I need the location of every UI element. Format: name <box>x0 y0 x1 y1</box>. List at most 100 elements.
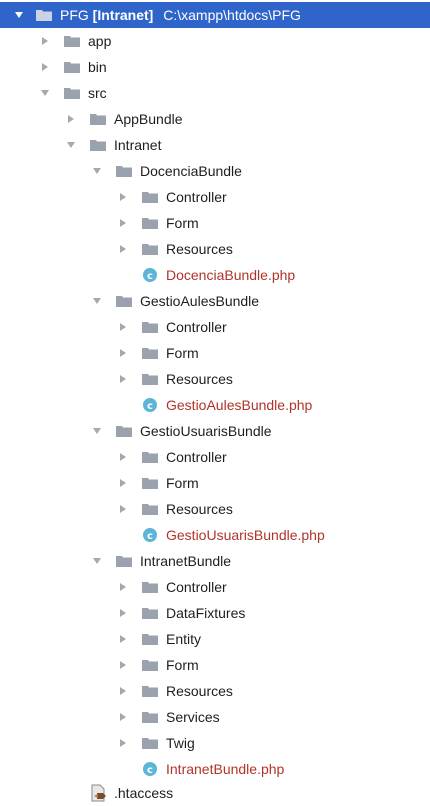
chevron-right-icon[interactable] <box>118 686 128 696</box>
tree-item-label: Form <box>166 345 199 361</box>
tree-row-resources[interactable]: Resources <box>0 496 430 522</box>
tree-row-resources[interactable]: Resources <box>0 678 430 704</box>
tree-row-project-root[interactable]: PFG [Intranet] C:\xampp\htdocs\PFG <box>0 2 430 28</box>
chevron-right-icon[interactable] <box>40 36 50 46</box>
chevron-right-icon[interactable] <box>118 478 128 488</box>
chevron-down-icon[interactable] <box>14 10 24 20</box>
tree-item-label: Controller <box>166 189 227 205</box>
folder-icon <box>142 320 158 334</box>
tree-item-label: AppBundle <box>114 111 183 127</box>
tree-row-controller[interactable]: Controller <box>0 444 430 470</box>
tree-row-src[interactable]: src <box>0 80 430 106</box>
chevron-right-icon[interactable] <box>118 192 128 202</box>
folder-icon <box>142 606 158 620</box>
chevron-right-icon[interactable] <box>118 218 128 228</box>
chevron-right-icon[interactable] <box>118 504 128 514</box>
tree-row-resources[interactable]: Resources <box>0 236 430 262</box>
folder-icon <box>142 450 158 464</box>
folder-icon <box>64 34 80 48</box>
tree-row-controller[interactable]: Controller <box>0 574 430 600</box>
php-class-icon: c <box>142 761 158 776</box>
php-class-icon: c <box>142 527 158 542</box>
tree-row-resources[interactable]: Resources <box>0 366 430 392</box>
tree-item-label: GestioAulesBundle <box>140 293 260 309</box>
chevron-right-icon[interactable] <box>118 608 128 618</box>
tree-row-intranet[interactable]: Intranet <box>0 132 430 158</box>
project-tag: [Intranet] <box>92 7 154 23</box>
tree-row-form[interactable]: Form <box>0 652 430 678</box>
tree-row-app[interactable]: app <box>0 28 430 54</box>
htaccess-file-icon <box>90 784 106 802</box>
tree-row-gestiousuarisbundle-php[interactable]: c GestioUsuarisBundle.php <box>0 522 430 548</box>
folder-icon <box>36 8 52 22</box>
tree-row-twig[interactable]: Twig <box>0 730 430 756</box>
chevron-right-icon[interactable] <box>118 452 128 462</box>
folder-icon <box>142 216 158 230</box>
tree-row-htaccess[interactable]: .htaccess <box>0 780 430 806</box>
tree-item-label: GestioUsuarisBundle.php <box>166 527 325 543</box>
folder-icon <box>142 502 158 516</box>
chevron-right-icon[interactable] <box>118 660 128 670</box>
chevron-right-icon[interactable] <box>118 322 128 332</box>
chevron-right-icon[interactable] <box>118 712 128 722</box>
php-class-icon: c <box>142 397 158 412</box>
chevron-down-icon[interactable] <box>92 426 102 436</box>
tree-row-intranetbundle-php[interactable]: c IntranetBundle.php <box>0 756 430 782</box>
chevron-down-icon[interactable] <box>66 140 76 150</box>
tree-item-label: GestioAulesBundle.php <box>166 397 313 413</box>
tree-item-label: Resources <box>166 241 233 257</box>
chevron-down-icon[interactable] <box>92 166 102 176</box>
chevron-right-icon[interactable] <box>118 634 128 644</box>
tree-row-controller[interactable]: Controller <box>0 184 430 210</box>
tree-item-label: Form <box>166 475 199 491</box>
svg-text:c: c <box>147 531 153 542</box>
tree-row-controller[interactable]: Controller <box>0 314 430 340</box>
tree-item-label: DataFixtures <box>166 605 246 621</box>
folder-icon <box>142 580 158 594</box>
tree-row-gestioaulesbundle-php[interactable]: c GestioAulesBundle.php <box>0 392 430 418</box>
folder-icon <box>142 190 158 204</box>
folder-icon <box>142 658 158 672</box>
chevron-right-icon[interactable] <box>66 114 76 124</box>
tree-row-entity[interactable]: Entity <box>0 626 430 652</box>
chevron-right-icon[interactable] <box>118 244 128 254</box>
tree-row-form[interactable]: Form <box>0 340 430 366</box>
folder-icon <box>90 138 106 152</box>
tree-item-label: .htaccess <box>114 785 174 801</box>
chevron-right-icon[interactable] <box>118 348 128 358</box>
project-path: C:\xampp\htdocs\PFG <box>163 7 301 23</box>
chevron-right-icon[interactable] <box>40 62 50 72</box>
tree-row-docenciabundle-php[interactable]: c DocenciaBundle.php <box>0 262 430 288</box>
chevron-right-icon[interactable] <box>118 582 128 592</box>
project-tree: PFG [Intranet] C:\xampp\htdocs\PFG app b… <box>0 0 430 802</box>
tree-row-services[interactable]: Services <box>0 704 430 730</box>
tree-row-appbundle[interactable]: AppBundle <box>0 106 430 132</box>
tree-item-label: Form <box>166 215 199 231</box>
tree-row-gestioaulesbundle[interactable]: GestioAulesBundle <box>0 288 430 314</box>
chevron-right-icon[interactable] <box>118 374 128 384</box>
chevron-right-icon[interactable] <box>118 738 128 748</box>
tree-item-label: IntranetBundle <box>140 553 232 569</box>
tree-item-label: GestioUsuarisBundle <box>140 423 272 439</box>
folder-icon <box>116 554 132 568</box>
tree-item-label: Form <box>166 657 199 673</box>
chevron-down-icon[interactable] <box>40 88 50 98</box>
tree-row-form[interactable]: Form <box>0 470 430 496</box>
folder-icon <box>142 632 158 646</box>
svg-text:c: c <box>147 401 153 412</box>
tree-row-docenciabundle[interactable]: DocenciaBundle <box>0 158 430 184</box>
chevron-down-icon[interactable] <box>92 296 102 306</box>
chevron-down-icon[interactable] <box>92 556 102 566</box>
tree-row-bin[interactable]: bin <box>0 54 430 80</box>
php-class-icon: c <box>142 267 158 282</box>
tree-item-label: Twig <box>166 735 195 751</box>
tree-item-label: Entity <box>166 631 202 647</box>
tree-row-gestiousuarisbundle[interactable]: GestioUsuarisBundle <box>0 418 430 444</box>
tree-item-label: Controller <box>166 319 227 335</box>
tree-row-intranetbundle[interactable]: IntranetBundle <box>0 548 430 574</box>
tree-item-label: Intranet <box>114 137 162 153</box>
svg-text:c: c <box>147 765 153 776</box>
tree-row-datafixtures[interactable]: DataFixtures <box>0 600 430 626</box>
tree-row-form[interactable]: Form <box>0 210 430 236</box>
project-name: PFG <box>60 7 89 23</box>
